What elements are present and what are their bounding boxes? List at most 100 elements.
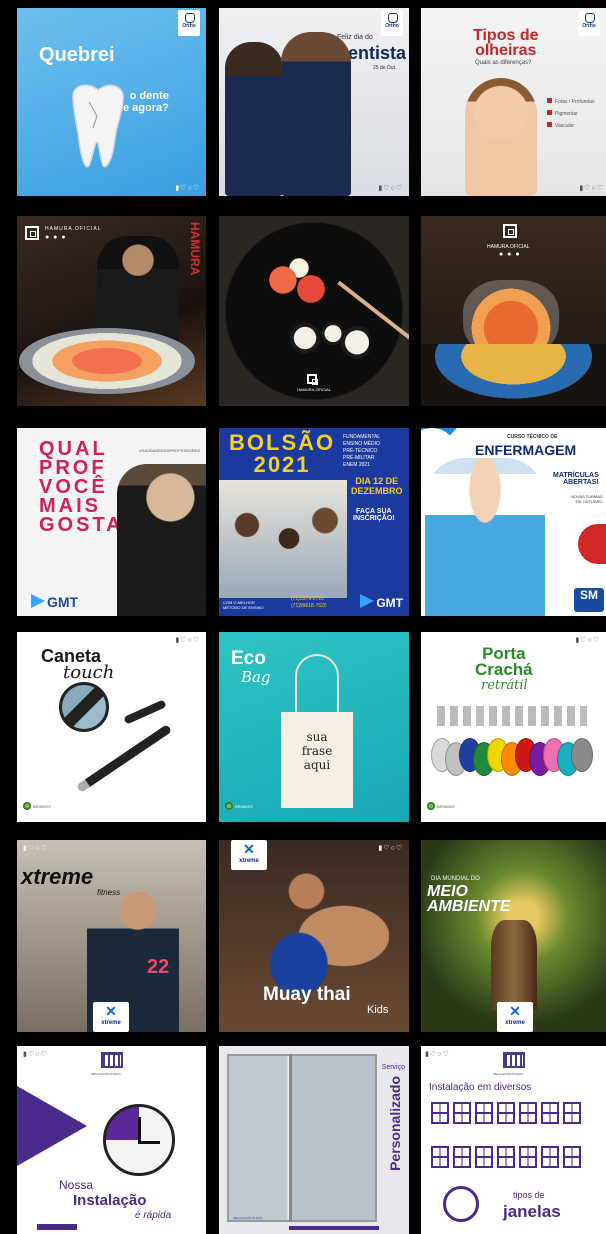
post-action-icons: ▮♡○♡: [175, 637, 200, 644]
window-icon: [519, 1146, 537, 1168]
post-badge-holder[interactable]: ▮♡○♡ Porta Crachá retrátil BRINDES: [421, 632, 606, 822]
post-headline: MEIO AMBIENTE: [427, 883, 511, 915]
post-headline: xtreme: [21, 864, 94, 889]
post-xtreme-gym[interactable]: ▮♡○♡ xtreme fitness 22 xtreme: [17, 840, 206, 1032]
clock-icon: [103, 1104, 175, 1176]
post-script: Bag: [241, 668, 271, 686]
window-icon: [431, 1146, 449, 1168]
post-line1: Instalação em diversos: [429, 1082, 532, 1093]
gmt-logo: GMT: [31, 594, 78, 610]
post-eyebrow: CURSO TÉCNICO DE: [507, 434, 558, 440]
post-subtitle: o dente e agora?: [123, 90, 169, 114]
hashtag: #SAUDADEDOSPROFESSORES: [139, 448, 200, 453]
hamura-logo-icon: [307, 374, 318, 385]
window-icon: [453, 1102, 471, 1124]
sushi-platter: [19, 328, 195, 394]
window-icon: [497, 1102, 515, 1124]
glass-door-photo: [227, 1054, 377, 1222]
course-item: FUNDAMENTAL: [343, 434, 381, 440]
post-hamura-chef[interactable]: HAMURA.OFICIAL ● ● ● HAMURA: [17, 216, 206, 406]
post-headline: Personalizado: [387, 1076, 403, 1171]
post-eco-bag[interactable]: Eco Bag sua frase aqui BRINDES: [219, 632, 409, 822]
sm-logo: SM: [574, 588, 604, 612]
badge-reels: [431, 738, 601, 778]
red-shape: [578, 524, 606, 564]
woman-photo: [465, 78, 537, 196]
post-line1: DIA MUNDIAL DO: [431, 876, 480, 882]
door-frame: [289, 1054, 292, 1222]
gmt-logo: GMT: [360, 594, 403, 610]
post-muay-thai[interactable]: xtreme ▮♡○♡ Muay thai Kids: [219, 840, 409, 1032]
window-icon: [475, 1146, 493, 1168]
post-dark-circles[interactable]: Ortho Tipos de olheiras Quais as diferen…: [421, 8, 606, 196]
post-line1: Nossa: [59, 1178, 94, 1192]
post-action-icons: ▮♡○♡: [378, 185, 403, 192]
post-subtitle: Kids: [367, 1004, 389, 1016]
post-fast-install[interactable]: ▮♡○♡ MEGA ESTRUTURAS Nossa Instalação é …: [17, 1046, 206, 1234]
post-action-icons: ▮♡○♡: [23, 845, 48, 852]
window-icon: [497, 1146, 515, 1168]
event-date: DIA 12 DE DEZEMBRO: [351, 476, 403, 496]
post-custom-service[interactable]: Serviço Personalizado MEGA ESTRUTURAS: [219, 1046, 409, 1234]
dentist-man: [281, 32, 351, 196]
tree-trunk: [491, 920, 537, 1010]
post-headline: Eco: [231, 648, 266, 669]
xtreme-badge: xtreme: [497, 1002, 533, 1032]
hamura-handle: HAMURA.OFICIAL: [45, 226, 102, 232]
post-headline: Instalação: [73, 1192, 147, 1209]
post-headline: Quebrei: [39, 44, 115, 66]
restaurant-sign: HAMURA: [188, 222, 202, 276]
post-action-icons: ▮♡○♡: [378, 845, 403, 852]
xtreme-badge: xtreme: [93, 1002, 129, 1032]
mega-brand: MEGA ESTRUTURAS: [233, 1216, 263, 1220]
post-environment-day[interactable]: DIA MUNDIAL DO MEIO AMBIENTE xtreme: [421, 840, 606, 1032]
post-headline: Porta Crachá: [475, 644, 533, 679]
plate-chips: [421, 344, 606, 406]
students-heads: [223, 498, 343, 588]
badge-clips: [437, 706, 587, 726]
nurse-figure: [425, 458, 545, 616]
post-headline: Tipos de olheiras: [473, 27, 539, 59]
post-headline: BOLSÃO 2021: [229, 430, 336, 477]
mega-logo-icon: [503, 1052, 525, 1068]
pen-cap: [123, 699, 167, 725]
option-2: Pigmentar: [547, 108, 594, 120]
post-action-icons: ▮♡○♡: [23, 1051, 48, 1058]
post-touch-pen[interactable]: ▮♡○♡ Caneta touch BRINDES: [17, 632, 206, 822]
hamura-logo-icon: [503, 224, 517, 238]
sushi-rolls: [289, 316, 369, 360]
window-icon: [453, 1146, 471, 1168]
post-hamura-bowl[interactable]: HAMURA.OFICIAL ● ● ●: [421, 216, 606, 406]
post-dentist-day[interactable]: Ortho Feliz dia do Dentista 25 de Out. ▮…: [219, 8, 409, 196]
course-item: ENSINO MÉDIO: [343, 441, 380, 447]
post-nursing-course[interactable]: CURSO TÉCNICO DE ENFERMAGEM MATRÍCULAS A…: [421, 428, 606, 616]
hamura-handle: HAMURA.OFICIAL: [487, 244, 530, 250]
post-bolsao-2021[interactable]: BOLSÃO 2021 FUNDAMENTAL ENSINO MÉDIO PRÉ…: [219, 428, 409, 616]
course-item: ENEM 2021: [343, 462, 370, 468]
tagline: COM O MELHOR MÉTODO DE ENSINO: [223, 600, 264, 610]
window-icon: [519, 1102, 537, 1124]
ortho-logo: Ortho: [578, 10, 600, 36]
window-icon: [563, 1102, 581, 1124]
post-action-icons: ▮♡○♡: [575, 637, 600, 644]
window-icon: [563, 1146, 581, 1168]
post-tooth[interactable]: Ortho Quebrei o dente e agora? ▮♡○♡: [17, 8, 206, 196]
post-favorite-teacher[interactable]: #SAUDADEDOSPROFESSORES QUAL PROF VOCÊ MA…: [17, 428, 206, 616]
post-headline: janelas: [503, 1202, 561, 1221]
phone-1: (71)3379-2720: [291, 596, 324, 602]
post-script: retrátil: [481, 678, 528, 693]
ortho-logo: Ortho: [178, 10, 200, 36]
mega-logo-icon: [101, 1052, 123, 1068]
mega-brand: MEGA ESTRUTURAS: [91, 1072, 121, 1076]
brindes-logo: BRINDES: [23, 802, 51, 810]
ortho-logo: Ortho: [381, 10, 403, 36]
purple-stripe: [37, 1224, 77, 1230]
post-hamura-sushi[interactable]: HAMURA.OFICIAL: [219, 216, 409, 406]
post-subtitle: Quais as diferenças?: [475, 60, 532, 66]
post-action-icons: ▮♡○♡: [175, 185, 200, 192]
bag-handle: [295, 654, 339, 716]
post-line3: é rápida: [135, 1210, 172, 1221]
post-window-types[interactable]: ▮♡○♡ MEGA ESTRUTURAS Instalação em diver…: [421, 1046, 606, 1234]
dentist-woman: [225, 42, 283, 196]
course-item: PRÉ-TÉCNICO: [343, 448, 378, 454]
